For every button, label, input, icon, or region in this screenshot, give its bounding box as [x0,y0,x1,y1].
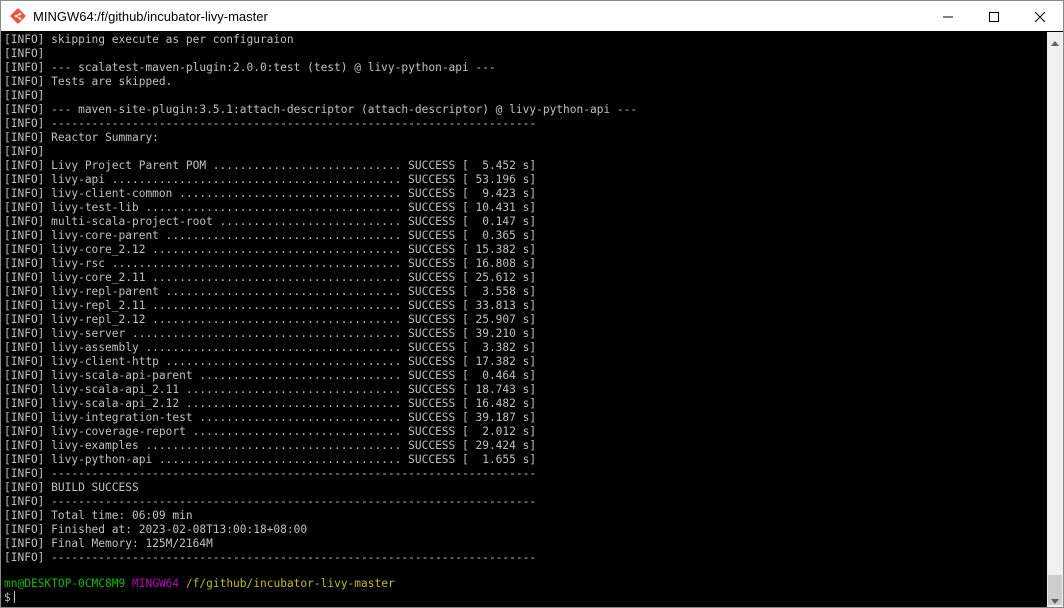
output-line: [INFO] BUILD SUCCESS [4,481,139,494]
prompt-path: /f/github/incubator-livy-master [185,577,395,590]
output-line: [INFO] [4,145,45,158]
output-line: [INFO] Tests are skipped. [4,75,173,88]
output-line: [INFO] ---------------------------------… [4,551,537,564]
output-line: [INFO] Reactor Summary: [4,131,159,144]
output-line: [INFO] livy-core-parent ................… [4,229,537,242]
output-line: [INFO] livy-core_2.12 ..................… [4,243,537,256]
output-line: [INFO] livy-client-http ................… [4,355,537,368]
output-line: [INFO] livy-rsc ........................… [4,257,537,270]
close-icon [1034,7,1046,26]
output-line: [INFO] livy-examples ...................… [4,439,537,452]
arrow-up-icon [1051,31,1059,50]
maximize-button[interactable] [971,1,1017,31]
output-line: [INFO] Total time: 06:09 min [4,509,193,522]
title-bar[interactable]: MINGW64:/f/github/incubator-livy-master [1,1,1063,31]
output-lines: [INFO] skipping execute as per configura… [4,33,637,565]
output-line: [INFO] ---------------------------------… [4,117,537,130]
output-line: [INFO] Final Memory: 125M/2164M [4,537,213,550]
output-line: [INFO] --- maven-site-plugin:3.5.1:attac… [4,103,638,116]
prompt-system: MINGW64 [132,577,180,590]
shell-prompt: mn@DESKTOP-0CMC8M9 MINGW64 /f/github/inc… [4,577,395,591]
window-controls [925,1,1063,31]
window-title: MINGW64:/f/github/incubator-livy-master [33,8,268,24]
output-line: [INFO] livy-server .....................… [4,327,537,340]
minimize-button[interactable] [925,1,971,31]
maximize-icon [989,7,999,26]
output-line: [INFO] livy-repl_2.11 ..................… [4,299,537,312]
input-line[interactable]: $ [4,591,15,605]
terminal-output[interactable]: [INFO] skipping execute as per configura… [1,32,1047,607]
scroll-up-button[interactable] [1047,32,1063,49]
vertical-scrollbar[interactable] [1047,32,1063,607]
output-line: [INFO] Livy Project Parent POM .........… [4,159,537,172]
output-line: [INFO] livy-assembly ...................… [4,341,537,354]
prompt-user-host: mn@DESKTOP-0CMC8M9 [4,577,126,590]
output-line: [INFO] multi-scala-project-root ........… [4,215,537,228]
git-bash-icon [10,8,26,24]
output-line: [INFO] livy-python-api .................… [4,453,537,466]
output-line: [INFO] Finished at: 2023-02-08T13:00:18+… [4,523,308,536]
output-line: [INFO] livy-scala-api_2.12 .............… [4,397,537,410]
output-line: [INFO] livy-api ........................… [4,173,537,186]
terminal-window: MINGW64:/f/github/incubator-livy-master … [0,0,1064,608]
output-line: [INFO] livy-repl-parent ................… [4,285,537,298]
close-button[interactable] [1017,1,1063,31]
minimize-icon [943,7,953,26]
output-line: [INFO] ---------------------------------… [4,467,537,480]
output-line: [INFO] livy-core_2.11 ..................… [4,271,537,284]
output-line: [INFO] ---------------------------------… [4,495,537,508]
scroll-down-button[interactable] [1047,590,1063,607]
output-line: [INFO] skipping execute as per configura… [4,33,294,46]
output-line: [INFO] --- scalatest-maven-plugin:2.0.0:… [4,61,496,74]
output-line: [INFO] livy-coverage-report ............… [4,425,537,438]
output-line: [INFO] livy-integration-test ...........… [4,411,537,424]
arrow-down-icon [1051,589,1059,608]
output-line: [INFO] [4,89,45,102]
output-line: [INFO] livy-repl_2.12 ..................… [4,313,537,326]
output-line: [INFO] livy-scala-api_2.11 .............… [4,383,537,396]
output-line: [INFO] livy-test-lib ...................… [4,201,537,214]
output-line: [INFO] livy-scala-api-parent ...........… [4,369,537,382]
prompt-symbol: $ [4,591,11,604]
output-line: [INFO] livy-client-common ..............… [4,187,537,200]
text-cursor [13,591,15,603]
output-line: [INFO] [4,47,45,60]
